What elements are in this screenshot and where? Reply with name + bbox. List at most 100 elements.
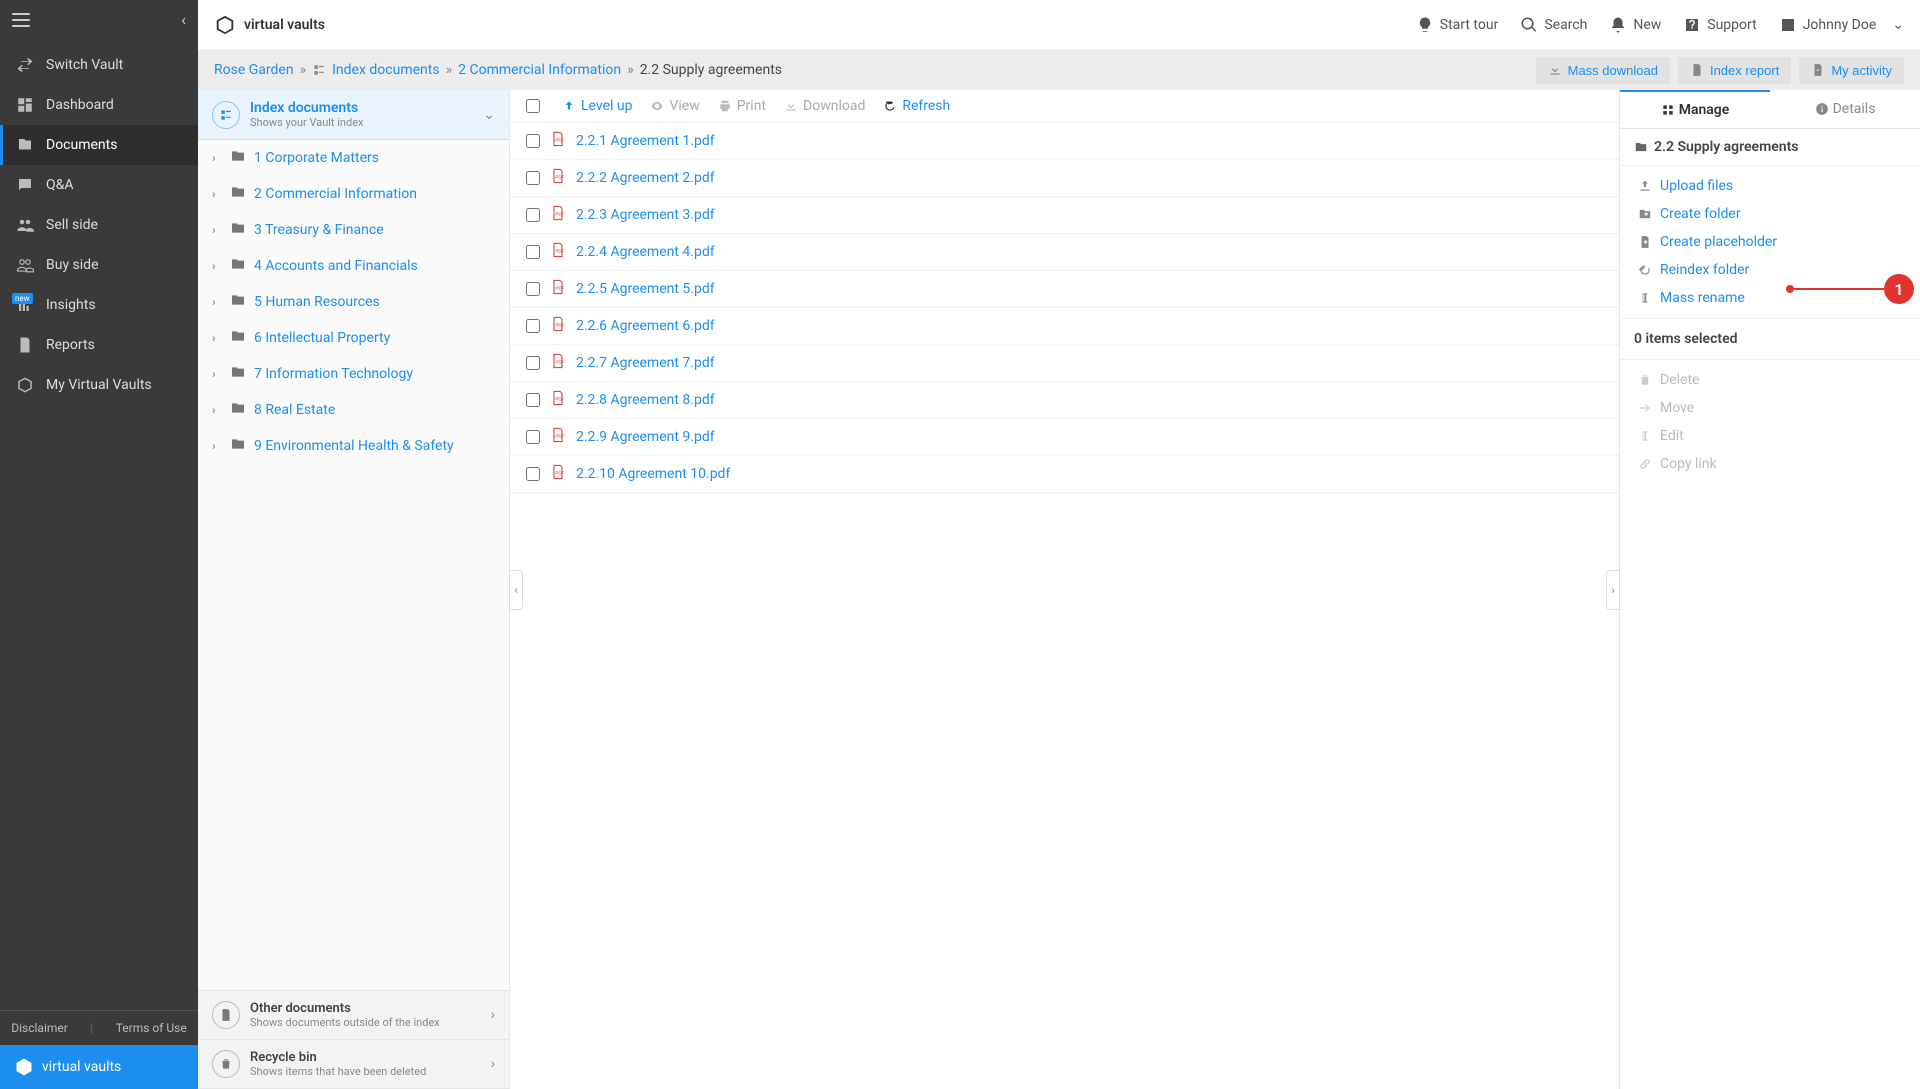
new-button[interactable]: New [1609, 16, 1661, 34]
create-folder-action[interactable]: Create folder [1620, 200, 1920, 228]
nav-insights[interactable]: new Insights [0, 285, 198, 325]
file-row[interactable]: PDF 2.2.6 Agreement 6.pdf [510, 308, 1619, 345]
terms-link[interactable]: Terms of Use [116, 1021, 187, 1035]
label: Copy link [1660, 456, 1717, 472]
file-row[interactable]: PDF 2.2.3 Agreement 3.pdf [510, 197, 1619, 234]
collapse-sidebar-icon[interactable]: ‹ [181, 10, 186, 29]
file-row[interactable]: PDF 2.2.10 Agreement 10.pdf [510, 456, 1619, 493]
nav-my-vaults[interactable]: My Virtual Vaults [0, 365, 198, 405]
chevron-right-icon[interactable]: › [212, 439, 222, 453]
tree-item[interactable]: › 2 Commercial Information [198, 176, 509, 212]
tree-header[interactable]: Index documents Shows your Vault index ⌄ [198, 90, 509, 140]
chevron-down-icon: ⌄ [1892, 17, 1904, 33]
label: Mass rename [1660, 290, 1745, 306]
chevron-right-icon[interactable]: › [212, 151, 222, 165]
file-row[interactable]: PDF 2.2.8 Agreement 8.pdf [510, 382, 1619, 419]
folder-icon [230, 400, 246, 420]
tab-manage[interactable]: Manage [1620, 90, 1770, 128]
search-button[interactable]: Search [1520, 16, 1587, 34]
file-row[interactable]: PDF 2.2.1 Agreement 1.pdf [510, 123, 1619, 160]
recycle-bin[interactable]: Recycle bin Shows items that have been d… [198, 1040, 509, 1089]
tree-item[interactable]: › 4 Accounts and Financials [198, 248, 509, 284]
activity-icon [1811, 63, 1825, 77]
file-name: 2.2.10 Agreement 10.pdf [576, 466, 730, 482]
file-row[interactable]: PDF 2.2.7 Agreement 7.pdf [510, 345, 1619, 382]
sidebar-brand[interactable]: virtual vaults [0, 1045, 198, 1089]
svg-text:PDF: PDF [555, 360, 564, 365]
chevron-right-icon[interactable]: › [212, 259, 222, 273]
nav-switch-vault[interactable]: Switch Vault [0, 45, 198, 85]
left-sidebar: ‹ Switch Vault Dashboard Documents Q&A S… [0, 0, 198, 1089]
select-all-checkbox[interactable] [526, 99, 540, 113]
crumb-l1[interactable]: 2 Commercial Information [458, 62, 621, 78]
file-row[interactable]: PDF 2.2.5 Agreement 5.pdf [510, 271, 1619, 308]
title: Recycle bin [250, 1050, 426, 1065]
tab-details[interactable]: Details [1770, 90, 1920, 128]
index-circle-icon [212, 101, 240, 129]
file-checkbox[interactable] [526, 319, 540, 333]
user-menu[interactable]: Johnny Doe ⌄ [1779, 16, 1904, 34]
create-placeholder-action[interactable]: Create placeholder [1620, 228, 1920, 256]
file-checkbox[interactable] [526, 282, 540, 296]
breadcrumb: Rose Garden » Index documents » 2 Commer… [214, 62, 782, 78]
tree-item[interactable]: › 6 Intellectual Property [198, 320, 509, 356]
chevron-right-icon[interactable]: › [212, 187, 222, 201]
chevron-down-icon[interactable]: ⌄ [483, 107, 495, 123]
chevron-right-icon[interactable]: › [212, 331, 222, 345]
my-activity-button[interactable]: My activity [1799, 57, 1904, 84]
file-checkbox[interactable] [526, 171, 540, 185]
nav-qa[interactable]: Q&A [0, 165, 198, 205]
support-button[interactable]: Support [1683, 16, 1756, 34]
chevron-right-icon[interactable]: › [212, 367, 222, 381]
logo[interactable]: virtual vaults [214, 14, 325, 36]
file-checkbox[interactable] [526, 134, 540, 148]
crumb-index[interactable]: Index documents [332, 62, 439, 78]
nav-buy-side[interactable]: Buy side [0, 245, 198, 285]
label: Download [803, 98, 865, 114]
file-row[interactable]: PDF 2.2.4 Agreement 4.pdf [510, 234, 1619, 271]
nav-documents[interactable]: Documents [0, 125, 198, 165]
label: Create folder [1660, 206, 1741, 222]
view-button[interactable]: View [650, 98, 699, 114]
nav-dashboard[interactable]: Dashboard [0, 85, 198, 125]
file-checkbox[interactable] [526, 245, 540, 259]
file-checkbox[interactable] [526, 393, 540, 407]
collapse-tree-handle[interactable]: ‹ [509, 570, 523, 610]
pdf-icon: PDF [550, 278, 566, 300]
file-checkbox[interactable] [526, 467, 540, 481]
refresh-button[interactable]: Refresh [883, 98, 950, 114]
file-row[interactable]: PDF 2.2.9 Agreement 9.pdf [510, 419, 1619, 456]
upload-files-action[interactable]: Upload files [1620, 172, 1920, 200]
file-checkbox[interactable] [526, 356, 540, 370]
disclaimer-link[interactable]: Disclaimer [11, 1021, 68, 1035]
index-report-button[interactable]: Index report [1678, 57, 1791, 84]
tree-item[interactable]: › 7 Information Technology [198, 356, 509, 392]
file-name: 2.2.9 Agreement 9.pdf [576, 429, 715, 445]
label: Start tour [1440, 17, 1499, 33]
hamburger-icon[interactable] [12, 13, 30, 27]
tree-item[interactable]: › 3 Treasury & Finance [198, 212, 509, 248]
tree-item[interactable]: › 5 Human Resources [198, 284, 509, 320]
chevron-right-icon[interactable]: › [212, 403, 222, 417]
print-button[interactable]: Print [718, 98, 766, 114]
nav-sell-side[interactable]: Sell side [0, 205, 198, 245]
tree-item[interactable]: › 1 Corporate Matters [198, 140, 509, 176]
tree-item[interactable]: › 8 Real Estate [198, 392, 509, 428]
start-tour-button[interactable]: Start tour [1416, 16, 1499, 34]
file-row[interactable]: PDF 2.2.2 Agreement 2.pdf [510, 160, 1619, 197]
file-checkbox[interactable] [526, 430, 540, 444]
other-documents[interactable]: Other documents Shows documents outside … [198, 991, 509, 1040]
chevron-right-icon[interactable]: › [212, 295, 222, 309]
sub: Shows items that have been deleted [250, 1065, 426, 1078]
collapse-manage-handle[interactable]: › [1606, 570, 1620, 610]
label: Move [1660, 400, 1694, 416]
chevron-right-icon[interactable]: › [212, 223, 222, 237]
tree-item[interactable]: › 9 Environmental Health & Safety [198, 428, 509, 464]
file-checkbox[interactable] [526, 208, 540, 222]
mass-download-button[interactable]: Mass download [1536, 57, 1670, 84]
crumb-root[interactable]: Rose Garden [214, 62, 294, 78]
label: Level up [581, 98, 632, 114]
nav-reports[interactable]: Reports [0, 325, 198, 365]
level-up-button[interactable]: Level up [562, 98, 632, 114]
download-button[interactable]: Download [784, 98, 865, 114]
